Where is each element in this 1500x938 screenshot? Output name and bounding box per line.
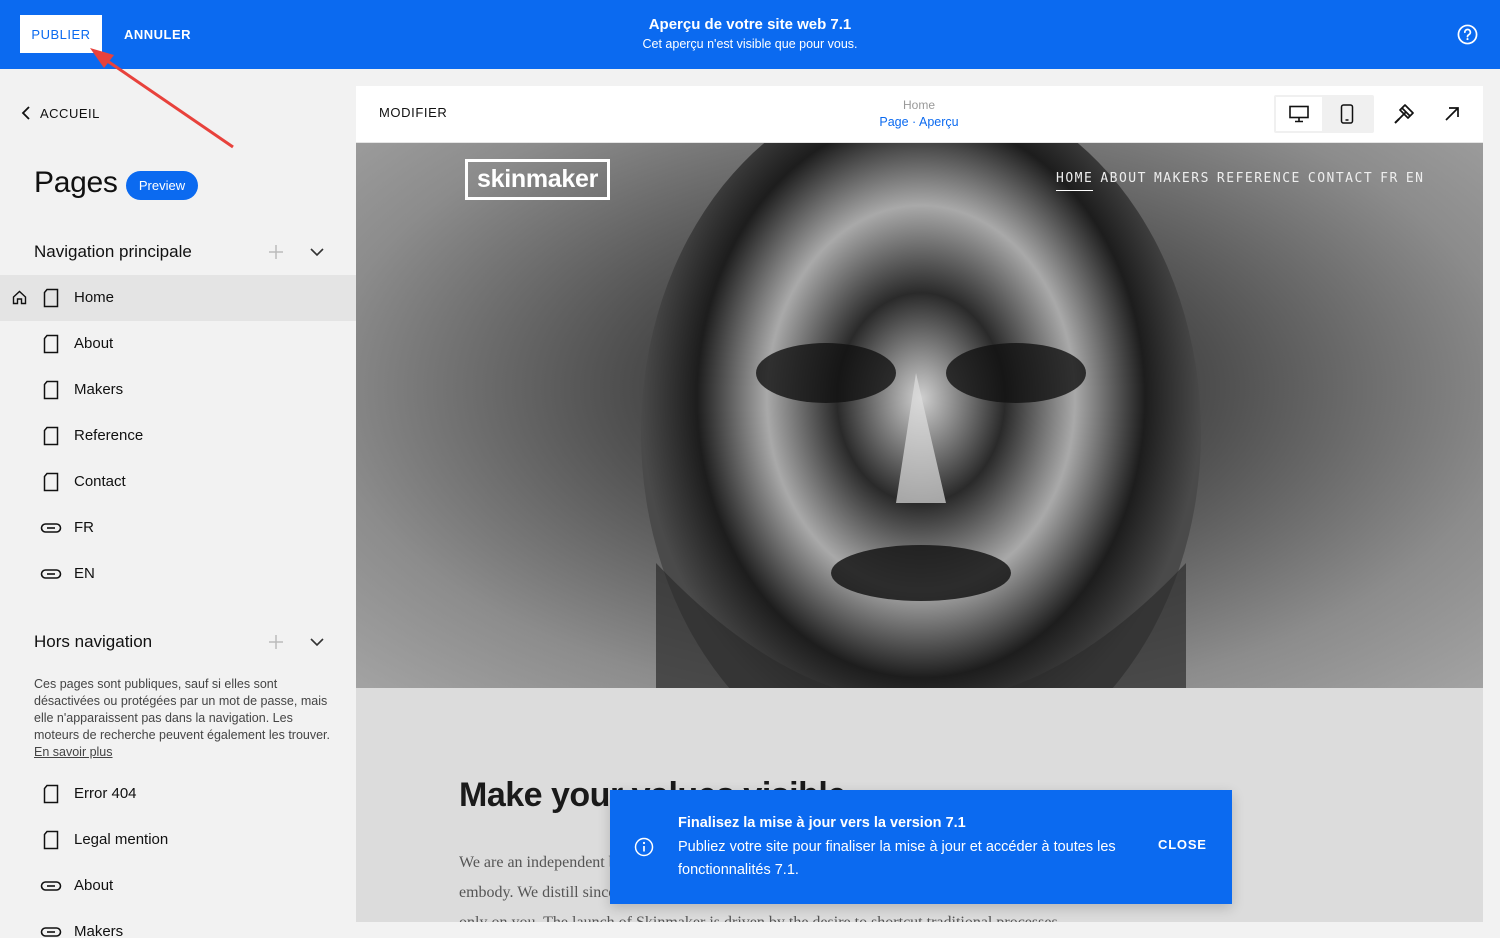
site-nav-home[interactable]: HOME [1056,171,1094,191]
nav-item-label: Contact [74,473,126,490]
nav-item-label: FR [74,519,94,536]
site-nav-fr[interactable]: FR [1380,171,1399,191]
nav-item-label: Home [74,289,115,306]
info-icon [634,837,654,857]
preview-banner-subtitle: Cet aperçu n'est visible que pour vous. [642,37,858,51]
question-circle-icon[interactable] [1457,24,1478,45]
desktop-icon [1289,105,1309,123]
top-bar: PUBLIER ANNULER Aperçu de votre site web… [0,0,1500,69]
external-link-icon[interactable] [1443,105,1461,123]
page-icon [43,830,59,850]
nav-item-label: About [74,877,114,894]
nav-item-makers-link[interactable]: Makers [0,909,356,938]
device-toggle [1274,95,1374,133]
nav-item-contact[interactable]: Contact [0,459,356,505]
breadcrumb-mode: Page · Aperçu [879,115,959,129]
page-icon [43,380,59,400]
chevron-down-icon[interactable] [310,637,324,647]
body-line: only on you. The launch of Skinmaker is … [459,908,1149,922]
chrome-head-image [641,143,1201,688]
site-nav-makers[interactable]: MAKERS [1154,171,1210,191]
home-icon [12,290,27,305]
nav-item-error-404[interactable]: Error 404 [0,771,356,817]
site-nav-reference[interactable]: REFERENCE [1217,171,1301,191]
nav-item-about[interactable]: About [0,321,356,367]
site-nav-contact[interactable]: CONTACT [1308,171,1373,191]
page-icon [43,334,59,354]
hero-image: skinmaker HOME ABOUT MAKERS REFERENCE CO… [356,143,1483,688]
close-notification-button[interactable]: CLOSE [1158,837,1207,852]
page-icon [43,426,59,446]
nav-item-label: About [74,335,114,352]
nav-item-label: Reference [74,427,144,444]
breadcrumb-page: Home [902,98,935,112]
preview-banner-title: Aperçu de votre site web 7.1 [648,16,852,33]
cancel-button[interactable]: ANNULER [118,15,197,53]
nav-item-label: Legal mention [74,831,169,848]
mobile-icon [1340,104,1354,124]
not-linked-description-text: Ces pages sont publiques, sauf si elles … [34,677,331,742]
preview-badge: Preview [126,171,198,200]
nav-item-reference[interactable]: Reference [0,413,356,459]
site-nav-en[interactable]: EN [1406,171,1425,191]
learn-more-link[interactable]: En savoir plus [34,745,113,759]
link-icon [40,523,62,533]
sidebar: ACCUEIL Pages Preview Navigation princip… [0,69,356,938]
site-navigation: HOME ABOUT MAKERS REFERENCE CONTACT FR E… [1056,171,1424,191]
paintbrush-icon[interactable] [1393,103,1415,125]
chevron-down-icon[interactable] [310,247,324,257]
back-to-home-link[interactable]: ACCUEIL [20,105,100,121]
nav-item-makers[interactable]: Makers [0,367,356,413]
not-linked-label: Hors navigation [34,632,153,651]
nav-item-label: EN [74,565,95,582]
notification-body: Publiez votre site pour finaliser la mis… [678,839,1116,878]
nav-item-label: Makers [74,381,124,398]
nav-item-label: Error 404 [74,785,137,802]
link-icon [40,569,62,579]
plus-icon[interactable] [268,634,284,650]
edit-button[interactable]: MODIFIER [379,105,447,120]
nav-item-label: Makers [74,923,124,938]
page-title: Pages [34,166,118,199]
back-label: ACCUEIL [40,105,100,121]
not-linked-header: Hors navigation [34,627,330,657]
desktop-view-button[interactable] [1276,97,1322,131]
page-icon [43,472,59,492]
nav-item-home[interactable]: Home [0,275,356,321]
page-icon [43,288,59,308]
link-icon [40,881,62,891]
nav-item-about-link[interactable]: About [0,863,356,909]
not-linked-description: Ces pages sont publiques, sauf si elles … [34,676,334,761]
chevron-left-icon [21,106,30,120]
notification-title: Finalisez la mise à jour vers la version… [678,815,966,831]
nav-item-en[interactable]: EN [0,551,356,597]
mobile-view-button[interactable] [1324,97,1370,131]
preview-toolbar: MODIFIER Home Page · Aperçu [356,86,1483,143]
preview-banner: Aperçu de votre site web 7.1 Cet aperçu … [550,15,950,53]
main-navigation-label: Navigation principale [34,242,192,261]
breadcrumb: Home Page · Aperçu [819,97,1019,131]
nav-item-fr[interactable]: FR [0,505,356,551]
plus-icon[interactable] [268,244,284,260]
nav-item-legal-mention[interactable]: Legal mention [0,817,356,863]
main-navigation-header: Navigation principale [34,237,330,267]
site-nav-about[interactable]: ABOUT [1100,171,1147,191]
publish-button[interactable]: PUBLIER [20,15,102,53]
link-icon [40,927,62,937]
site-logo[interactable]: skinmaker [465,159,610,200]
upgrade-notification: Finalisez la mise à jour vers la version… [610,790,1232,904]
page-icon [43,784,59,804]
